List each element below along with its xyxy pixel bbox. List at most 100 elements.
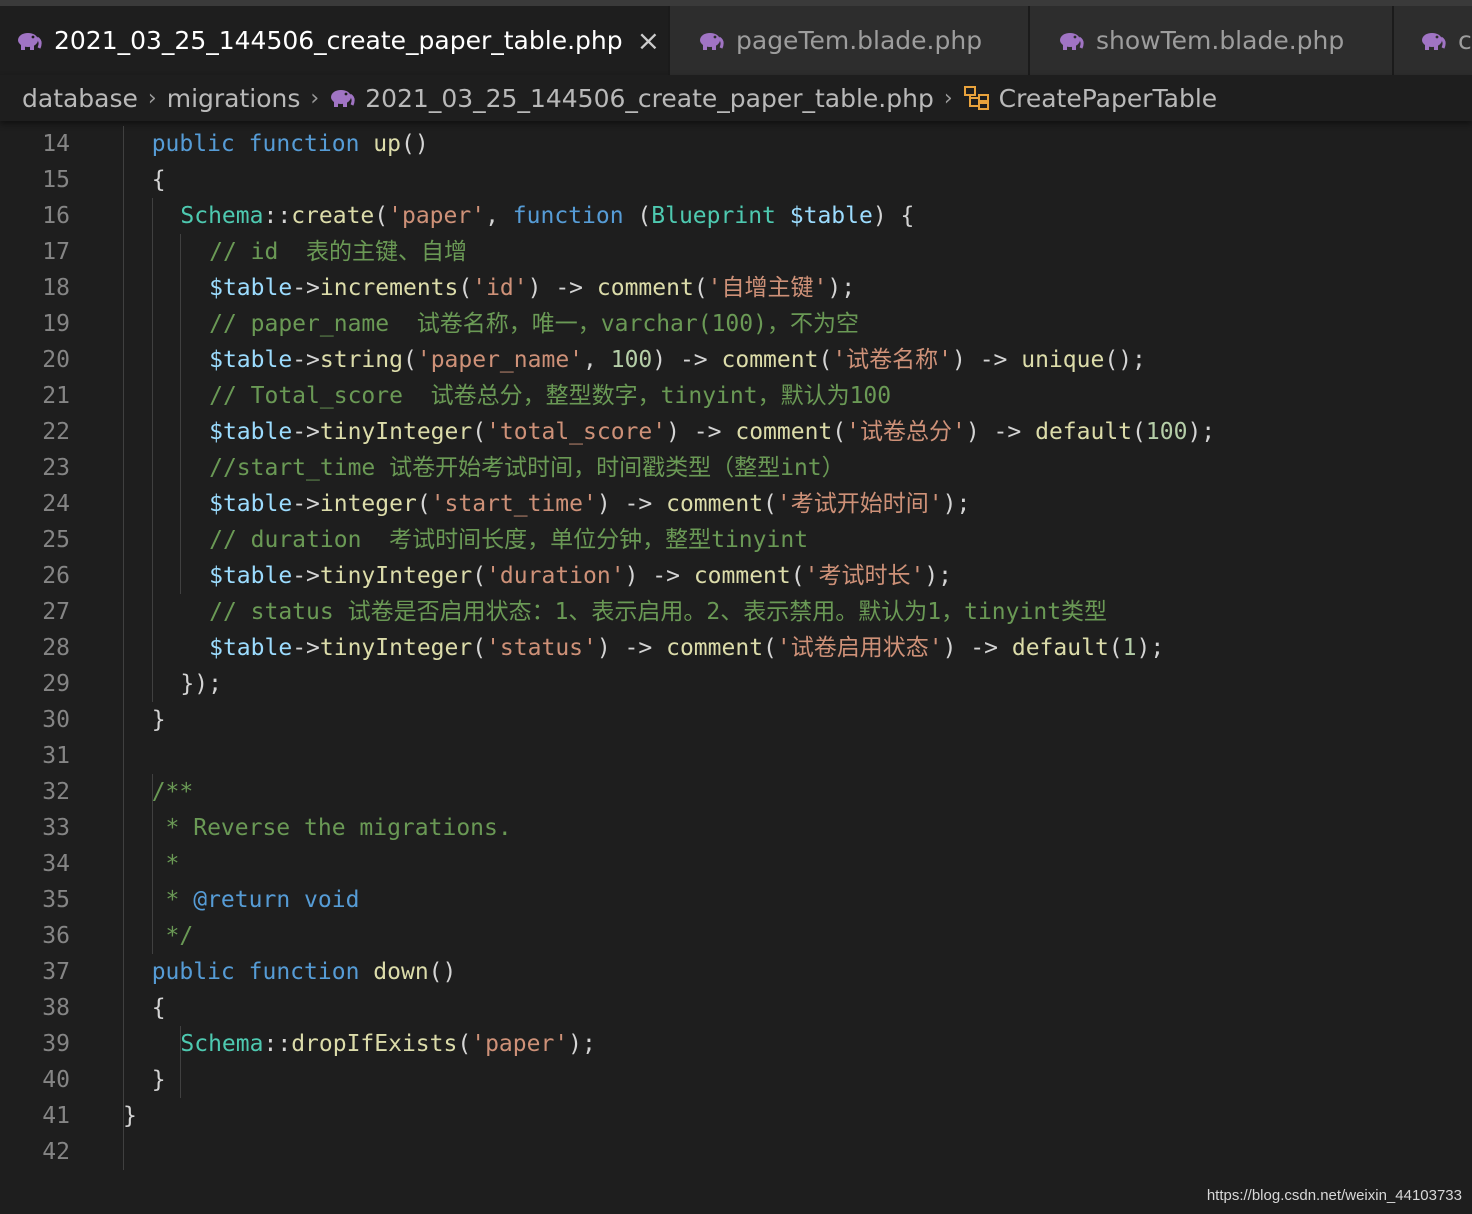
code-line[interactable]: 40} xyxy=(0,1062,1472,1098)
code-text: }); xyxy=(180,666,222,702)
code-token: 'status' xyxy=(486,635,597,661)
close-icon[interactable]: × xyxy=(637,26,660,55)
code-token: $table xyxy=(209,275,293,301)
code-line[interactable]: 19 // paper_name 试卷名称，唯一，varchar(100)，不为空 xyxy=(0,306,1472,342)
line-number: 23 xyxy=(42,455,70,481)
code-line[interactable]: 26 $table->tinyInteger('duration') -> com… xyxy=(0,558,1472,594)
tab-label: showTem.blade.php xyxy=(1096,26,1345,55)
code-line[interactable]: 31 xyxy=(0,738,1472,774)
code-line[interactable]: 39 Schema::dropIfExists('paper'); xyxy=(0,1026,1472,1062)
code-token: '试卷名称' xyxy=(832,347,953,373)
code-token: ) -> xyxy=(652,347,722,373)
code-line[interactable]: 34 * xyxy=(0,846,1472,882)
code-line[interactable]: 17 // id 表的主键、自增 xyxy=(0,234,1472,270)
code-token: $table xyxy=(209,347,293,373)
code-token: ( xyxy=(832,419,847,445)
code-token: , xyxy=(485,203,513,229)
code-token: 100 xyxy=(1145,419,1188,445)
tab-overflow[interactable]: c xyxy=(1394,6,1472,75)
code-text: $table->string('paper_name', 100) -> com… xyxy=(209,342,1146,378)
chevron-right-icon: › xyxy=(310,85,320,111)
code-line[interactable]: 41} xyxy=(0,1098,1472,1134)
code-token: tinyInteger xyxy=(319,419,473,445)
line-number: 19 xyxy=(42,311,70,337)
line-number: 42 xyxy=(42,1139,70,1165)
code-line[interactable]: 37 public function down() xyxy=(0,954,1472,990)
code-text: * @return void xyxy=(152,882,360,918)
code-token: ) -> xyxy=(942,635,1012,661)
breadcrumb-item-database[interactable]: database xyxy=(22,84,138,113)
code-line[interactable]: 35 * @return void xyxy=(0,882,1472,918)
code-line[interactable]: 20 $table->string('paper_name', 100) -> c… xyxy=(0,342,1472,378)
code-token: down xyxy=(373,959,429,985)
code-token: // id 表的主键、自增 xyxy=(209,239,468,265)
php-elephant-icon xyxy=(329,88,355,108)
code-token: } xyxy=(151,707,166,733)
code-line[interactable]: 36 */ xyxy=(0,918,1472,954)
code-line[interactable]: 15 { xyxy=(0,162,1472,198)
code-text: // paper_name 试卷名称，唯一，varchar(100)，不为空 xyxy=(209,306,859,342)
code-text: $table->tinyInteger('total_score') -> co… xyxy=(209,414,1215,450)
code-line[interactable]: 16 Schema::create('paper', function (Blue… xyxy=(0,198,1472,234)
chevron-right-icon: › xyxy=(147,85,157,111)
code-token: { xyxy=(151,167,166,193)
breadcrumb-item-file[interactable]: 2021_03_25_144506_create_paper_table.php xyxy=(365,84,934,113)
code-token: -> xyxy=(292,419,320,445)
tab-pagetem-blade[interactable]: pageTem.blade.php xyxy=(670,6,1030,75)
code-line[interactable]: 14 public function up() xyxy=(0,126,1472,162)
code-token: * xyxy=(151,887,194,913)
code-token: function xyxy=(512,203,624,229)
code-line[interactable]: 23 //start_time 试卷开始考试时间，时间戳类型（整型int） xyxy=(0,450,1472,486)
code-token: :: xyxy=(263,203,292,229)
code-line[interactable]: 25 // duration 考试时间长度，单位分钟，整型tinyint xyxy=(0,522,1472,558)
code-line[interactable]: 22 $table->tinyInteger('total_score') -> … xyxy=(0,414,1472,450)
breadcrumb-item-class[interactable]: CreatePaperTable xyxy=(999,84,1218,113)
code-text: public function down() xyxy=(152,954,457,990)
code-line[interactable]: 42 xyxy=(0,1134,1472,1170)
code-token: comment xyxy=(721,347,819,373)
code-text: { xyxy=(152,990,166,1026)
code-text: // duration 考试时间长度，单位分钟，整型tinyint xyxy=(209,522,808,558)
code-token: ( xyxy=(457,1031,472,1057)
code-line[interactable]: 29}); xyxy=(0,666,1472,702)
code-token: () xyxy=(428,959,457,985)
code-token: }); xyxy=(180,671,222,697)
chevron-right-icon: › xyxy=(943,85,953,111)
indent-guide xyxy=(123,126,124,1170)
code-text: */ xyxy=(152,918,194,954)
code-token: default xyxy=(1035,419,1133,445)
code-token: increments xyxy=(319,275,459,301)
code-token: , xyxy=(583,347,611,373)
code-text: Schema::create('paper', function (Bluepr… xyxy=(180,198,914,234)
indent-guide xyxy=(151,774,153,954)
code-line[interactable]: 28 $table->tinyInteger('status') -> comme… xyxy=(0,630,1472,666)
code-token: Schema xyxy=(180,1031,264,1057)
breadcrumb-item-migrations[interactable]: migrations xyxy=(167,84,301,113)
code-line[interactable]: 27 // status 试卷是否启用状态：1、表示启用。2、表示禁用。默认为1，… xyxy=(0,594,1472,630)
code-token: dropIfExists xyxy=(291,1031,458,1057)
code-text: * Reverse the migrations. xyxy=(152,810,512,846)
tab-showtem-blade[interactable]: showTem.blade.php xyxy=(1030,6,1394,75)
code-line[interactable]: 30} xyxy=(0,702,1472,738)
code-token: '试卷总分' xyxy=(846,419,966,445)
code-token: ) -> xyxy=(596,491,667,517)
code-line[interactable]: 33 * Reverse the migrations. xyxy=(0,810,1472,846)
code-token: public xyxy=(151,131,235,157)
code-line[interactable]: 24 $table->integer('start_time') -> comme… xyxy=(0,486,1472,522)
tab-create-paper-table[interactable]: 2021_03_25_144506_create_paper_table.php… xyxy=(0,6,670,75)
code-line[interactable]: 38 { xyxy=(0,990,1472,1026)
line-number: 28 xyxy=(42,635,70,661)
line-number: 18 xyxy=(42,275,70,301)
code-token: ( xyxy=(693,275,708,301)
code-line[interactable]: 21 // Total_score 试卷总分，整型数字，tinyint，默认为10… xyxy=(0,378,1472,414)
code-token: // duration 考试时间长度，单位分钟，整型tinyint xyxy=(209,527,809,553)
code-line[interactable]: 18 $table->increments('id') -> comment('自… xyxy=(0,270,1472,306)
line-number: 26 xyxy=(42,563,70,589)
code-editor[interactable]: 14 public function up() 15{16 Schema::creat… xyxy=(0,126,1472,1186)
code-line[interactable]: 32 /** xyxy=(0,774,1472,810)
code-token: -> xyxy=(292,635,320,661)
